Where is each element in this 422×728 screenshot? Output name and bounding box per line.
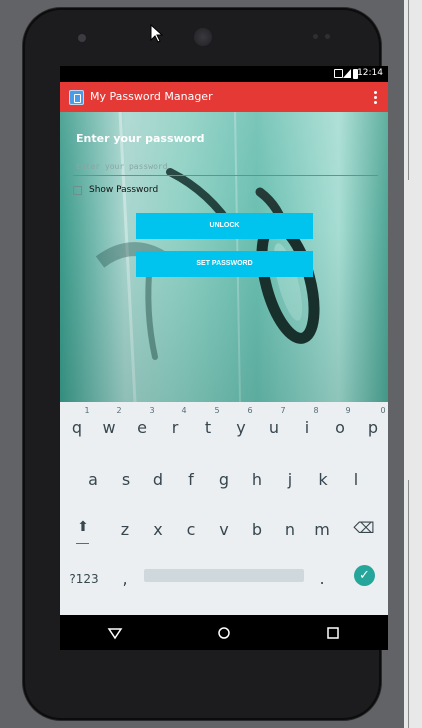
show-password-checkbox[interactable] [73,186,82,195]
unlock-button[interactable]: UNLOCK [136,213,313,239]
key-x[interactable]: x [149,520,167,539]
key-g[interactable]: g [215,470,233,489]
sim-card-icon [334,69,343,78]
key-n[interactable]: n [281,520,299,539]
key-hint: 8 [313,406,319,415]
mouse-cursor-icon [150,24,164,43]
key-o[interactable]: o [331,418,349,437]
key-hint: 3 [149,406,155,415]
show-password-label: Show Password [89,185,159,195]
key-hint: 1 [84,406,90,415]
app-launcher-icon [69,90,84,105]
panel-line [408,0,409,180]
app-title: My Password Manager [90,90,213,103]
soft-keyboard: 1 2 3 4 5 6 7 8 9 0 q w e r t y u i o p … [60,402,388,615]
key-q[interactable]: q [68,418,86,437]
key-f[interactable]: f [182,470,200,489]
key-p[interactable]: p [364,418,382,437]
phone-frame: 12:14 My Password Manager Enter your pas… [23,8,388,720]
key-hint: 4 [181,406,187,415]
key-period[interactable]: . [313,569,331,588]
key-a[interactable]: a [84,470,102,489]
space-bar[interactable] [144,569,304,582]
status-clock: 12:14 [357,68,383,78]
check-icon[interactable]: ✓ [354,565,375,586]
key-d[interactable]: d [149,470,167,489]
key-b[interactable]: b [248,520,266,539]
password-input[interactable] [73,158,378,176]
symbols-key[interactable]: ?123 [66,572,102,586]
set-password-button[interactable]: SET PASSWORD [136,251,313,277]
key-e[interactable]: e [133,418,151,437]
app-bar: My Password Manager [60,82,388,112]
device-screen: 12:14 My Password Manager Enter your pas… [60,66,388,650]
sensor-dot [313,34,318,39]
key-y[interactable]: y [232,418,250,437]
back-icon[interactable] [106,624,124,642]
shift-icon[interactable]: ⬆ [74,519,92,535]
shift-indicator [76,543,89,544]
backspace-icon[interactable]: ⌫ [353,519,375,537]
status-bar: 12:14 [60,66,388,82]
key-hint: 7 [280,406,286,415]
prompt-heading: Enter your password [76,132,205,145]
key-hint: 9 [345,406,351,415]
ide-side-panel [404,0,422,728]
speaker-grille [194,28,212,46]
key-r[interactable]: r [166,418,184,437]
key-comma[interactable]: , [116,569,134,588]
key-hint: 5 [214,406,220,415]
signal-icon [343,69,351,78]
key-l[interactable]: l [347,470,365,489]
overflow-menu-icon[interactable] [372,90,378,105]
key-w[interactable]: w [100,418,118,437]
key-s[interactable]: s [117,470,135,489]
key-hint: 2 [116,406,122,415]
key-u[interactable]: u [265,418,283,437]
key-v[interactable]: v [215,520,233,539]
panel-line [408,480,409,728]
key-h[interactable]: h [248,470,266,489]
key-c[interactable]: c [182,520,200,539]
key-hint: 6 [247,406,253,415]
key-i[interactable]: i [298,418,316,437]
recents-icon[interactable] [324,624,342,642]
home-icon[interactable] [215,624,233,642]
key-k[interactable]: k [314,470,332,489]
key-hint: 0 [380,406,386,415]
front-camera [78,34,86,42]
key-m[interactable]: m [311,520,333,539]
key-z[interactable]: z [116,520,134,539]
key-t[interactable]: t [199,418,217,437]
sensor-dot [325,34,330,39]
navigation-bar [60,615,388,650]
key-j[interactable]: j [281,470,299,489]
login-panel: Enter your password Show Password UNLOCK… [60,112,388,402]
